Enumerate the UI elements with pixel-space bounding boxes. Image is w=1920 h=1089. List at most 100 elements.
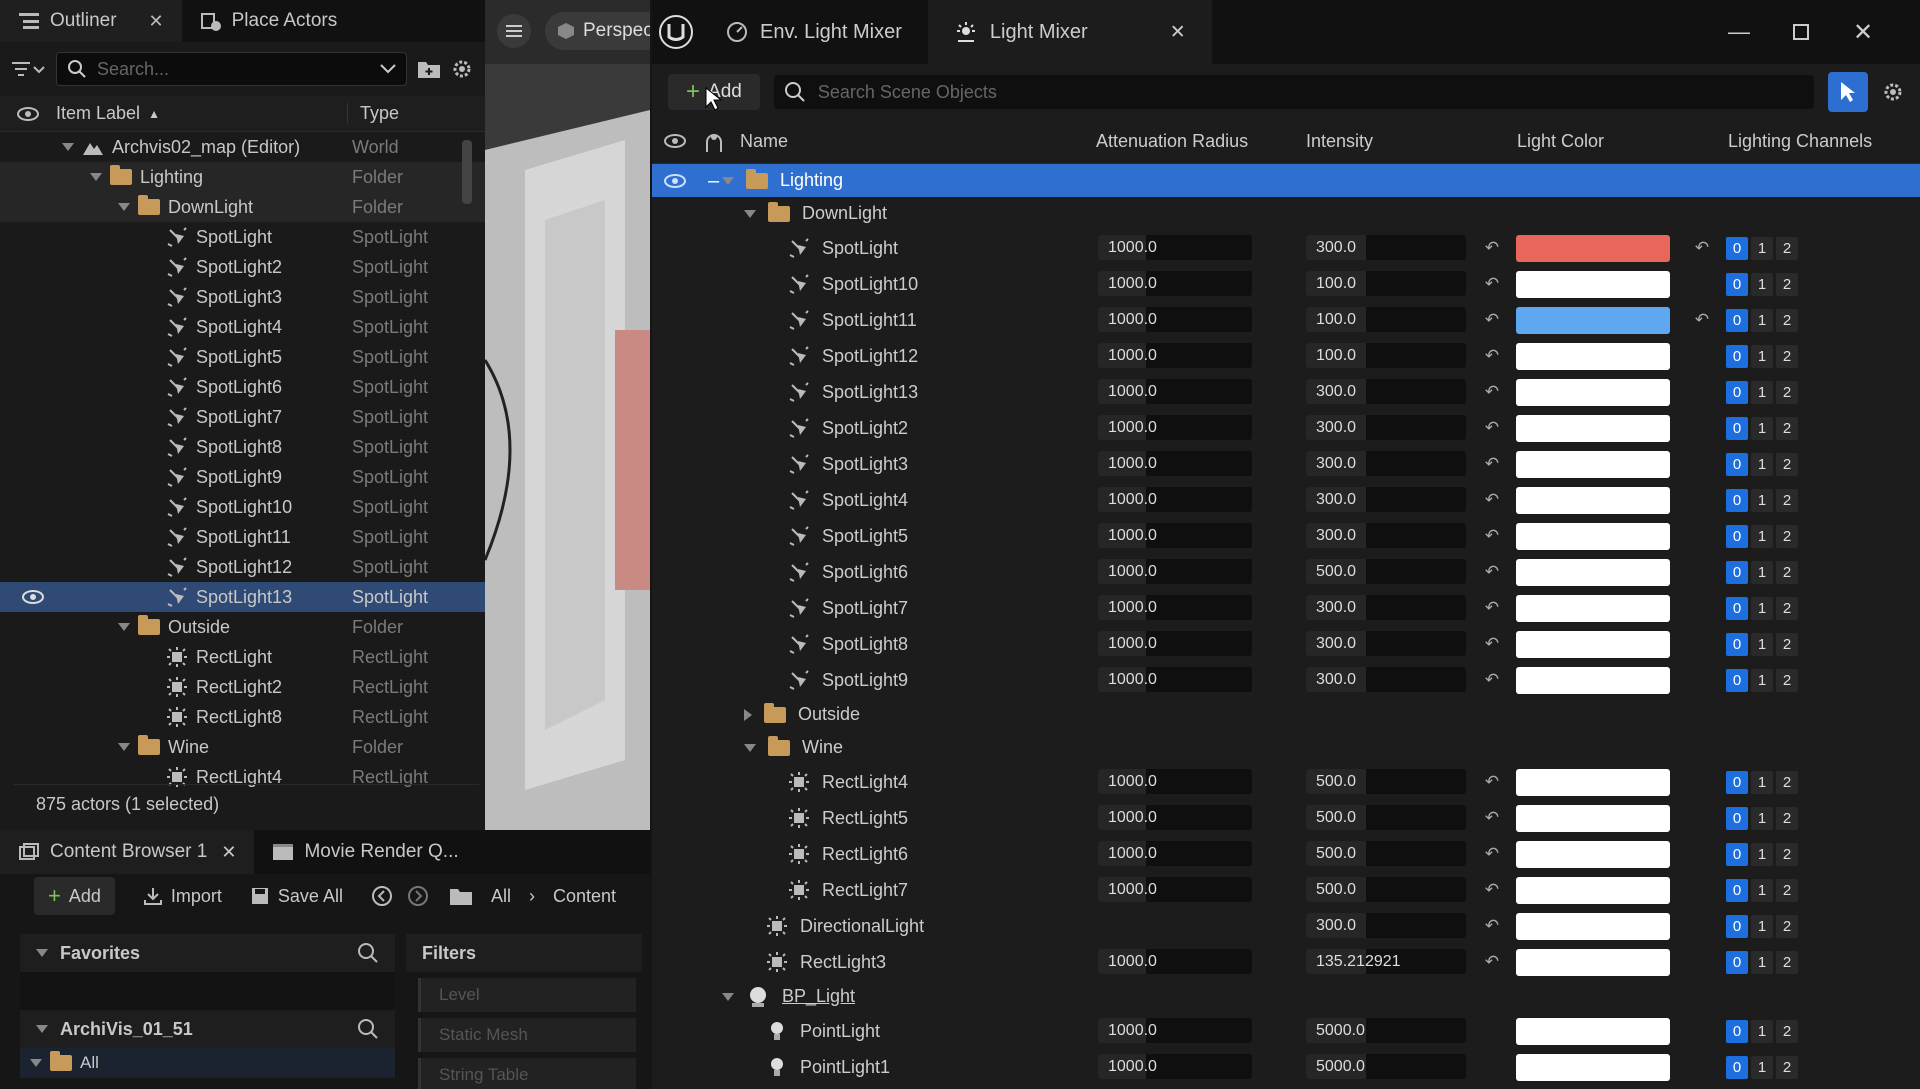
light-color-swatch[interactable] xyxy=(1516,913,1670,940)
light-color-swatch[interactable] xyxy=(1516,379,1670,406)
save-all-button[interactable]: Save All xyxy=(250,886,343,907)
light-color-swatch[interactable] xyxy=(1516,307,1670,334)
reset-arrow-icon[interactable]: ↶ xyxy=(1482,952,1502,972)
lighting-channel-2-toggle[interactable]: 2 xyxy=(1776,417,1798,440)
history-forward-icon[interactable] xyxy=(407,885,429,907)
mixer-row-link[interactable]: BP_Light xyxy=(782,986,855,1007)
lighting-channel-1-toggle[interactable]: 1 xyxy=(1751,561,1773,584)
outliner-row[interactable]: RectLight2 RectLight xyxy=(0,672,485,702)
intensity-field[interactable]: 500.0 xyxy=(1306,841,1466,866)
mixer-light-row[interactable]: SpotLight4 1000.0 300.0 ↶ 0 1 2 xyxy=(652,482,1920,518)
outliner-row[interactable]: Lighting Folder xyxy=(0,162,485,192)
lighting-channel-1-toggle[interactable]: 1 xyxy=(1751,843,1773,866)
intensity-field[interactable]: 300.0 xyxy=(1306,913,1466,938)
attenuation-radius-field[interactable]: 1000.0 xyxy=(1098,235,1252,260)
column-lighting-channels[interactable]: Lighting Channels xyxy=(1728,131,1872,152)
column-item-label[interactable]: Item Label xyxy=(56,103,140,124)
eye-icon[interactable] xyxy=(0,106,56,121)
eye-icon[interactable] xyxy=(22,590,44,604)
outliner-row[interactable]: SpotLight8 SpotLight xyxy=(0,432,485,462)
column-name[interactable]: Name xyxy=(740,131,788,152)
lighting-channel-0-toggle[interactable]: 0 xyxy=(1726,1020,1748,1043)
outliner-row[interactable]: RectLight8 RectLight xyxy=(0,702,485,732)
mixer-folder-row[interactable]: – Lighting xyxy=(652,164,1920,197)
eye-icon[interactable] xyxy=(664,134,686,148)
filter-item[interactable]: Static Mesh xyxy=(418,1018,636,1052)
lighting-channel-1-toggle[interactable]: 1 xyxy=(1751,597,1773,620)
lighting-channel-2-toggle[interactable]: 2 xyxy=(1776,237,1798,260)
expand-arrow-icon[interactable] xyxy=(118,623,130,631)
mixer-folder-row[interactable]: Outside xyxy=(652,698,1920,731)
lighting-channel-0-toggle[interactable]: 0 xyxy=(1726,669,1748,692)
lighting-channel-2-toggle[interactable]: 2 xyxy=(1776,843,1798,866)
outliner-row[interactable]: SpotLight4 SpotLight xyxy=(0,312,485,342)
collapse-arrow-icon[interactable] xyxy=(744,743,756,752)
light-color-swatch[interactable] xyxy=(1516,949,1670,976)
lighting-channel-1-toggle[interactable]: 1 xyxy=(1751,915,1773,938)
attenuation-radius-field[interactable]: 1000.0 xyxy=(1098,451,1252,476)
outliner-row[interactable]: SpotLight2 SpotLight xyxy=(0,252,485,282)
reset-arrow-icon[interactable]: ↶ xyxy=(1482,238,1502,258)
attenuation-radius-field[interactable]: 1000.0 xyxy=(1098,307,1252,332)
intensity-field[interactable]: 100.0 xyxy=(1306,307,1466,332)
intensity-field[interactable]: 5000.0 xyxy=(1306,1054,1466,1079)
mixer-light-row[interactable]: DirectionalLight 300.0 ↶ 0 1 2 xyxy=(652,908,1920,944)
breadcrumb-all[interactable]: All xyxy=(491,886,511,907)
attenuation-radius-field[interactable]: 1000.0 xyxy=(1098,379,1252,404)
outliner-row[interactable]: Archvis02_map (Editor) World xyxy=(0,132,485,162)
reset-arrow-icon[interactable]: ↶ xyxy=(1482,274,1502,294)
lighting-channel-1-toggle[interactable]: 1 xyxy=(1751,273,1773,296)
lighting-channel-0-toggle[interactable]: 0 xyxy=(1726,237,1748,260)
gear-icon[interactable] xyxy=(1882,81,1904,103)
lighting-channel-1-toggle[interactable]: 1 xyxy=(1751,879,1773,902)
light-color-swatch[interactable] xyxy=(1516,487,1670,514)
tab-place-actors[interactable]: Place Actors xyxy=(182,0,356,42)
hamburger-menu-icon[interactable] xyxy=(497,14,531,48)
intensity-field[interactable]: 300.0 xyxy=(1306,379,1466,404)
tab-content-browser[interactable]: Content Browser 1 ✕ xyxy=(0,830,255,874)
light-color-swatch[interactable] xyxy=(1516,523,1670,550)
lighting-channel-0-toggle[interactable]: 0 xyxy=(1726,951,1748,974)
reset-arrow-icon[interactable]: ↶ xyxy=(1482,670,1502,690)
expand-arrow-icon[interactable] xyxy=(118,203,130,211)
lighting-channel-0-toggle[interactable]: 0 xyxy=(1726,417,1748,440)
favorites-header[interactable]: Favorites xyxy=(20,934,395,972)
mixer-light-row[interactable]: PointLight1 1000.0 5000.0 0 1 2 xyxy=(652,1049,1920,1085)
lighting-channel-1-toggle[interactable]: 1 xyxy=(1751,771,1773,794)
reset-arrow-icon[interactable]: ↶ xyxy=(1482,634,1502,654)
lighting-channel-0-toggle[interactable]: 0 xyxy=(1726,525,1748,548)
mixer-light-row[interactable]: SpotLight 1000.0 300.0 ↶ ↶ 0 1 2 xyxy=(652,230,1920,266)
outliner-row[interactable]: DownLight Folder xyxy=(0,192,485,222)
lighting-channel-2-toggle[interactable]: 2 xyxy=(1776,633,1798,656)
intensity-field[interactable]: 500.0 xyxy=(1306,877,1466,902)
eye-icon[interactable] xyxy=(664,174,686,188)
intensity-field[interactable]: 300.0 xyxy=(1306,235,1466,260)
attenuation-radius-field[interactable]: 1000.0 xyxy=(1098,1054,1252,1079)
minimize-icon[interactable]: — xyxy=(1708,0,1770,64)
lighting-channel-0-toggle[interactable]: 0 xyxy=(1726,807,1748,830)
gear-icon[interactable] xyxy=(451,58,473,80)
intensity-field[interactable]: 5000.0 xyxy=(1306,1018,1466,1043)
lighting-channel-0-toggle[interactable]: 0 xyxy=(1726,381,1748,404)
lighting-channel-0-toggle[interactable]: 0 xyxy=(1726,633,1748,656)
solo-icon[interactable] xyxy=(702,130,726,154)
mixer-folder-row[interactable]: BP_Light xyxy=(652,980,1920,1013)
mixer-light-row[interactable]: SpotLight13 1000.0 300.0 ↶ 0 1 2 xyxy=(652,374,1920,410)
outliner-row[interactable]: SpotLight13 SpotLight xyxy=(0,582,485,612)
project-header[interactable]: ArchiVis_01_51 xyxy=(20,1010,395,1048)
outliner-row[interactable]: Outside Folder xyxy=(0,612,485,642)
mixer-light-row[interactable]: SpotLight3 1000.0 300.0 ↶ 0 1 2 xyxy=(652,446,1920,482)
outliner-row[interactable]: RectLight RectLight xyxy=(0,642,485,672)
lighting-channel-1-toggle[interactable]: 1 xyxy=(1751,525,1773,548)
attenuation-radius-field[interactable]: 1000.0 xyxy=(1098,487,1252,512)
intensity-field[interactable]: 300.0 xyxy=(1306,631,1466,656)
mixer-folder-row[interactable]: DownLight xyxy=(652,197,1920,230)
lighting-channel-0-toggle[interactable]: 0 xyxy=(1726,273,1748,296)
lighting-channel-0-toggle[interactable]: 0 xyxy=(1726,879,1748,902)
lighting-channel-1-toggle[interactable]: 1 xyxy=(1751,669,1773,692)
intensity-field[interactable]: 500.0 xyxy=(1306,559,1466,584)
mixer-light-row[interactable]: RectLight5 1000.0 500.0 ↶ 0 1 2 xyxy=(652,800,1920,836)
attenuation-radius-field[interactable]: 1000.0 xyxy=(1098,1018,1252,1043)
outliner-scrollbar[interactable] xyxy=(462,140,472,204)
reset-arrow-icon[interactable]: ↶ xyxy=(1692,310,1712,330)
